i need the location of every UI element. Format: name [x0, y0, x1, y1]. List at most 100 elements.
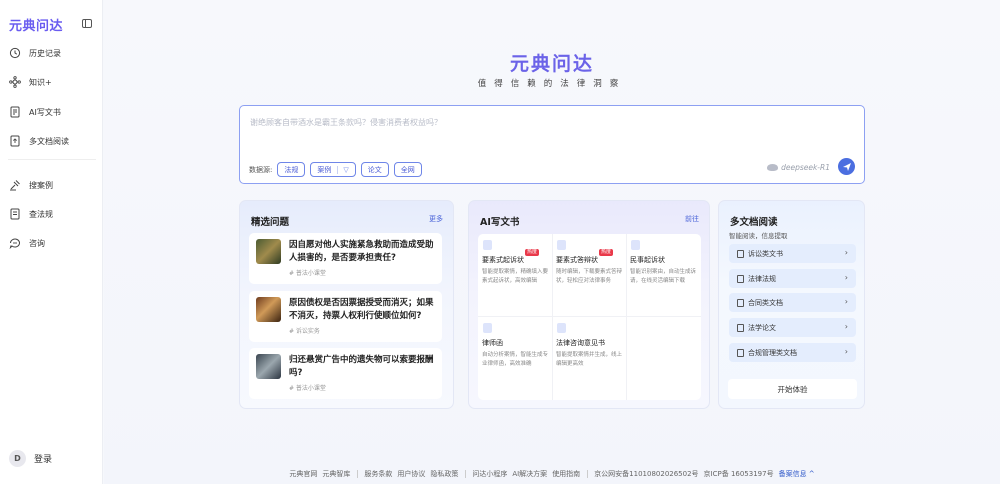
doc-template-name: 民事起诉状: [630, 256, 665, 264]
question-thumbnail: [256, 297, 281, 322]
doc-template-item[interactable]: 民事起诉状 智能识别案由，自动生成诉请，在线灵活编辑下载: [626, 234, 700, 316]
footer-link[interactable]: 隐私政策: [430, 469, 458, 479]
main-content: 元典问达 值得信赖的法律洞察 谢绝顾客自带酒水是霸王条款吗？侵害消费者权益吗？ …: [104, 0, 1000, 484]
doc-template-item[interactable]: 法律咨询意见书 智能提取案情并生成，线上编辑更高效: [552, 317, 626, 399]
ai-doc-title: AI写文书: [480, 217, 520, 228]
search-input[interactable]: 谢绝顾客自带酒水是霸王条款吗？侵害消费者权益吗？: [250, 117, 442, 128]
doc-template-item[interactable]: 热度 要素式起诉状 智能提取案情，精确填入要素式起诉状，高效编辑: [478, 234, 552, 316]
multi-doc-subtitle: 智能阅读，信息提取: [729, 232, 788, 240]
hot-badge: 热度: [599, 249, 614, 256]
source-chip-law[interactable]: 法规: [277, 162, 306, 177]
doc-template-desc: 随时编辑，下载要素式答辩状，轻松应对法律事务: [556, 269, 623, 284]
source-chip-paper[interactable]: 论文: [360, 162, 389, 177]
sidebar-item-case-search[interactable]: 搜案例: [0, 174, 103, 196]
consult-icon: [9, 237, 21, 249]
sidebar-item-label: 查法规: [29, 209, 53, 219]
source-chip-web[interactable]: 全网: [393, 162, 422, 177]
send-icon: [842, 162, 851, 171]
sidebar-divider: [8, 159, 96, 160]
login-button[interactable]: D 登录: [9, 450, 52, 467]
question-tag: # 诉讼实务: [289, 328, 320, 335]
ai-doc-icon: [9, 106, 21, 118]
doc-type-item[interactable]: 合规管理类文档 ›: [729, 343, 856, 362]
sidebar-item-knowledge[interactable]: 知识+: [0, 71, 103, 93]
doc-type-item[interactable]: 法律法规 ›: [729, 269, 856, 288]
doc-template-item[interactable]: 律师函 自动分析案情，智能生成专业律师函，高效准确: [478, 317, 552, 399]
question-thumbnail: [256, 354, 281, 379]
document-icon: [737, 348, 744, 357]
featured-questions-card: 精选问题 更多 因自愿对他人实施紧急救助而造成受助人损害的，是否要承担责任? #…: [239, 200, 454, 409]
footer: 元典官网 元典智库 服务条款 用户协议 隐私政策 问达小程序 AI解决方案 使用…: [104, 469, 1000, 479]
doc-template-name: 要素式起诉状: [482, 256, 524, 264]
brand-tagline: 值得信赖的法律洞察: [477, 79, 627, 89]
footer-link[interactable]: 问达小程序: [472, 469, 507, 479]
ai-doc-go-link[interactable]: 前往: [685, 214, 699, 224]
doc-template-name: 法律咨询意见书: [556, 339, 605, 347]
record-info-link[interactable]: 备案信息 ^: [779, 469, 815, 479]
data-source-label: 数据源:: [249, 165, 273, 174]
doc-template-item[interactable]: 热度 要素式答辩状 随时编辑，下载要素式答辩状，轻松应对法律事务: [552, 234, 626, 316]
footer-link[interactable]: 元典官网: [289, 469, 317, 479]
brand-title: 元典问达: [509, 53, 594, 75]
footer-text: 京ICP备 16053197号: [703, 470, 774, 478]
chevron-right-icon: ›: [844, 347, 848, 356]
avatar: D: [9, 450, 26, 467]
question-item[interactable]: 因自愿对他人实施紧急救助而造成受助人损害的，是否要承担责任? # 普法小课堂: [249, 233, 442, 284]
sidebar-toggle-icon[interactable]: [82, 19, 92, 28]
document-icon: [737, 298, 744, 307]
chevron-right-icon: ›: [844, 273, 848, 282]
footer-link[interactable]: 使用指南: [552, 469, 580, 479]
doc-type-item[interactable]: 合同类文档 ›: [729, 293, 856, 312]
footer-link[interactable]: 服务条款: [364, 469, 392, 479]
whale-icon: [767, 164, 779, 171]
ai-doc-card: AI写文书 前往 热度 要素式起诉状 智能提取案情，精确填入要素式起诉状，高效编…: [468, 200, 710, 409]
knowledge-icon: [9, 76, 21, 88]
question-item[interactable]: 原因债权是否因票据授受而消灭；如果不消灭，持票人权利行使顺位如何? # 诉讼实务: [249, 291, 442, 342]
login-label: 登录: [34, 455, 53, 465]
document-icon: [737, 274, 744, 283]
filter-icon[interactable]: ▽: [337, 165, 349, 174]
source-chip-case[interactable]: 案例 ▽: [310, 162, 356, 177]
sidebar-item-consult[interactable]: 咨询: [0, 232, 103, 254]
chevron-right-icon: ›: [844, 322, 848, 331]
sidebar-item-law-lookup[interactable]: 查法规: [0, 203, 103, 225]
start-experience-button[interactable]: 开始体验: [728, 379, 857, 399]
send-button[interactable]: [838, 158, 855, 175]
sidebar-item-ai-doc[interactable]: AI写文书: [0, 101, 103, 123]
footer-link[interactable]: AI解决方案: [512, 469, 547, 479]
footer-link[interactable]: 用户协议: [397, 469, 425, 479]
footer-text: 京公网安备11010802026502号: [594, 470, 699, 478]
chevron-right-icon: ›: [844, 248, 848, 257]
footer-separator: [586, 470, 588, 478]
sidebar: 元典问达 历史记录 知识+ AI写文书 多文档阅读 搜案例 查法规 咨询 D 登…: [0, 0, 103, 484]
model-selector[interactable]: deepseek-R1: [767, 163, 830, 172]
sidebar-item-label: 历史记录: [29, 48, 61, 58]
app-logo[interactable]: 元典问达: [9, 15, 63, 34]
multi-doc-title: 多文档阅读: [730, 217, 778, 228]
document-icon: [557, 240, 566, 250]
doc-template-name: 律师函: [482, 339, 503, 347]
question-item[interactable]: 归还悬赏广告中的遗失物可以索要报酬吗? # 普法小课堂: [249, 348, 442, 399]
multi-doc-card: 多文档阅读 智能阅读，信息提取 诉讼类文书 › 法律法规 › 合同类文档 › 法学论文…: [718, 200, 865, 409]
sidebar-item-label: AI写文书: [29, 107, 61, 117]
sidebar-item-multi-doc[interactable]: 多文档阅读: [0, 130, 103, 152]
doc-type-item[interactable]: 诉讼类文书 ›: [729, 244, 856, 263]
law-lookup-icon: [9, 208, 21, 220]
document-icon: [557, 323, 566, 333]
search-box[interactable]: 谢绝顾客自带酒水是霸王条款吗？侵害消费者权益吗？ 数据源: 法规 案例 ▽ 论文 …: [239, 105, 865, 184]
doc-template-desc: 智能识别案由，自动生成诉请，在线灵活编辑下载: [630, 269, 697, 284]
footer-separator: [356, 470, 358, 478]
doc-type-item[interactable]: 法学论文 ›: [729, 318, 856, 337]
multi-doc-icon: [9, 135, 21, 147]
sidebar-item-history[interactable]: 历史记录: [0, 42, 103, 64]
footer-separator: [464, 470, 466, 478]
document-icon: [737, 323, 744, 332]
doc-template-desc: 智能提取案情并生成，线上编辑更高效: [556, 352, 623, 367]
doc-template-desc: 自动分析案情，智能生成专业律师函，高效准确: [482, 352, 549, 367]
footer-link[interactable]: 元典智库: [322, 469, 350, 479]
model-label: deepseek-R1: [781, 163, 830, 172]
chevron-right-icon: ›: [844, 297, 848, 306]
sidebar-item-label: 多文档阅读: [29, 136, 69, 146]
featured-more-link[interactable]: 更多: [429, 214, 443, 224]
document-icon: [737, 249, 744, 258]
